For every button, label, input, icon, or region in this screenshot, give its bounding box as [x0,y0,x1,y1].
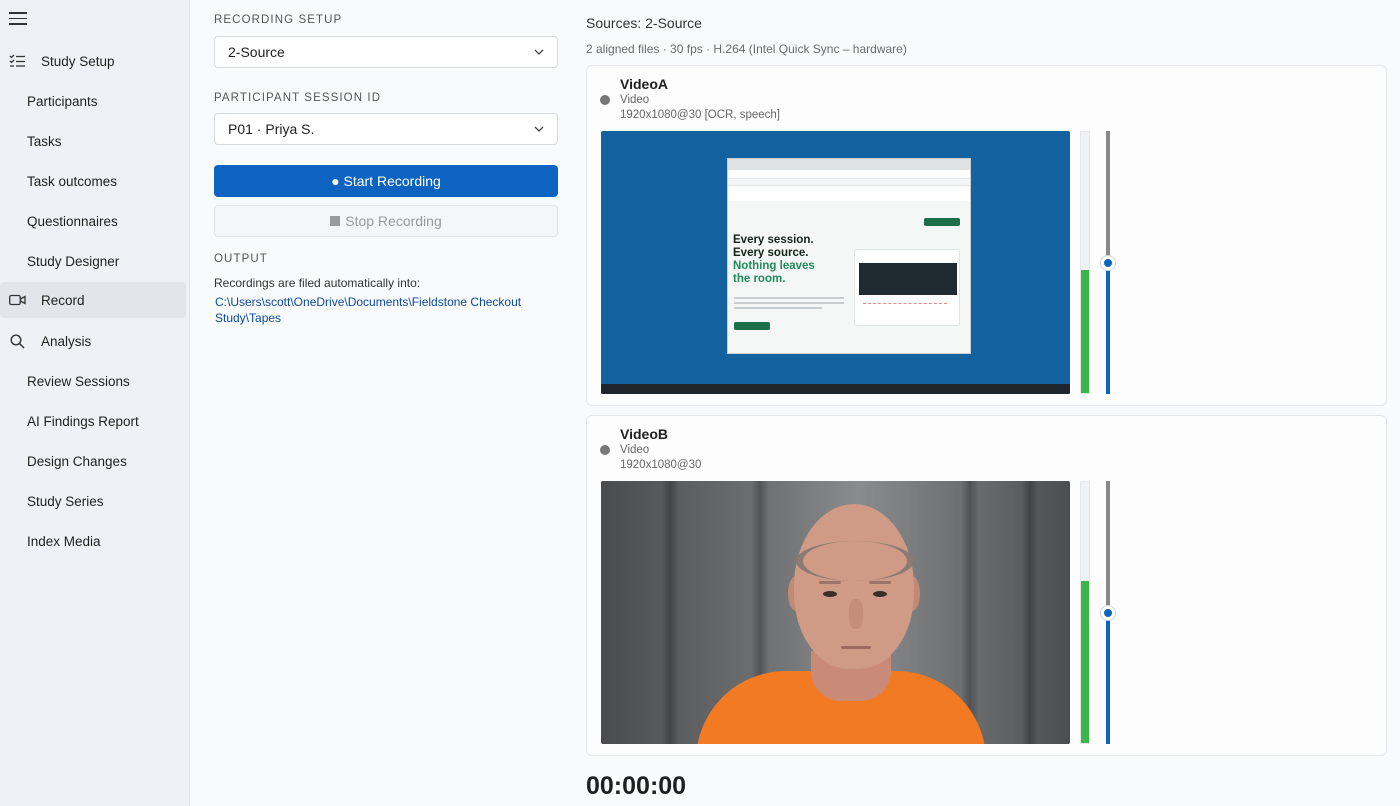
nav-label: Tasks [27,133,62,149]
audio-level-meter [1080,481,1090,744]
nav-label: Questionnaires [27,213,118,229]
nav-study-series[interactable]: Study Series [0,483,186,519]
nav-label: Study Designer [27,253,120,269]
nav-tasks[interactable]: Tasks [0,123,186,159]
volume-slider[interactable] [1101,481,1115,744]
session-id-value: P01 · Priya S. [228,121,315,137]
output-label: OUTPUT [214,253,268,265]
nav-study-setup[interactable]: Study Setup [0,43,186,79]
status-dot [600,445,610,455]
source-resolution: 1920x1080@30 [OCR, speech] [620,109,780,121]
video-camera-icon [8,292,26,308]
source-kind: Video [620,94,650,106]
taskbar [601,384,1070,394]
search-icon [8,333,26,349]
output-path-link[interactable]: C:\Users\scott\OneDrive\Documents\Fields… [215,294,545,326]
stop-square-icon [330,216,341,226]
source-resolution: 1920x1080@30 [620,459,702,471]
person-head [794,504,914,669]
nav-study-designer[interactable]: Study Designer [0,243,186,279]
sources-subtitle: 2 aligned files · 30 fps · H.264 (Intel … [586,42,907,56]
session-id-label: PARTICIPANT SESSION ID [214,92,382,104]
nav-index-media[interactable]: Index Media [0,523,186,559]
volume-slider-thumb[interactable] [1101,605,1115,620]
nav-label: Design Changes [27,453,127,469]
recording-setup-value: 2-Source [228,44,285,60]
status-dot [600,95,610,105]
stop-recording-button[interactable]: Stop Recording [214,205,558,237]
nav-label: Study Setup [41,53,115,69]
video-preview-b [601,481,1070,744]
nav-label: Index Media [27,533,101,549]
nav-label: AI Findings Report [27,413,139,429]
meter-fill [1081,270,1089,393]
nav-participants[interactable]: Participants [0,83,186,119]
nav-label: Task outcomes [27,173,118,189]
volume-slider-thumb[interactable] [1101,255,1115,270]
nav-task-outcomes[interactable]: Task outcomes [0,163,186,199]
nav-label: Record [41,292,85,308]
chevron-down-icon [534,126,544,132]
video-preview-a: Every session. Every source. Nothing lea… [601,131,1070,394]
nav-record[interactable]: Record [0,282,186,318]
session-id-select[interactable]: P01 · Priya S. [214,113,558,145]
screen-hero-text: Every session. Every source. Nothing lea… [733,234,815,285]
recording-setup-select[interactable]: 2-Source [214,36,558,68]
nav-design-changes[interactable]: Design Changes [0,443,186,479]
output-note: Recordings are filed automatically into: [214,276,421,290]
recording-setup-label: RECORDING SETUP [214,14,343,26]
recording-timer: 00:00:00 [586,772,687,800]
meter-fill [1081,581,1089,743]
chevron-down-icon [534,49,544,55]
audio-level-meter [1080,131,1090,394]
nav-ai-findings-report[interactable]: AI Findings Report [0,403,186,439]
stop-recording-label: Stop Recording [345,213,442,229]
browser-window: Every session. Every source. Nothing lea… [727,158,971,354]
sources-title: Sources: 2-Source [586,15,702,31]
checklist-icon [8,53,26,69]
source-name: VideoA [620,76,668,92]
nav-review-sessions[interactable]: Review Sessions [0,363,186,399]
sidebar: Study Setup Participants Tasks Task outc… [0,0,190,806]
source-kind: Video [620,444,650,456]
volume-slider[interactable] [1101,131,1115,394]
nav-label: Analysis [41,333,92,349]
source-card-video-b: VideoB Video 1920x1080@30 [586,415,1387,756]
nav-questionnaires[interactable]: Questionnaires [0,203,186,239]
hamburger-menu-icon[interactable] [9,12,27,26]
nav-label: Study Series [27,493,104,509]
source-card-video-a: VideoA Video 1920x1080@30 [OCR, speech] … [586,65,1387,406]
start-recording-button[interactable]: ● Start Recording [214,165,558,197]
start-recording-label: ● Start Recording [331,173,441,189]
nav-analysis[interactable]: Analysis [0,323,186,359]
nav-label: Participants [27,93,98,109]
source-name: VideoB [620,426,668,442]
nav-label: Review Sessions [27,373,130,389]
